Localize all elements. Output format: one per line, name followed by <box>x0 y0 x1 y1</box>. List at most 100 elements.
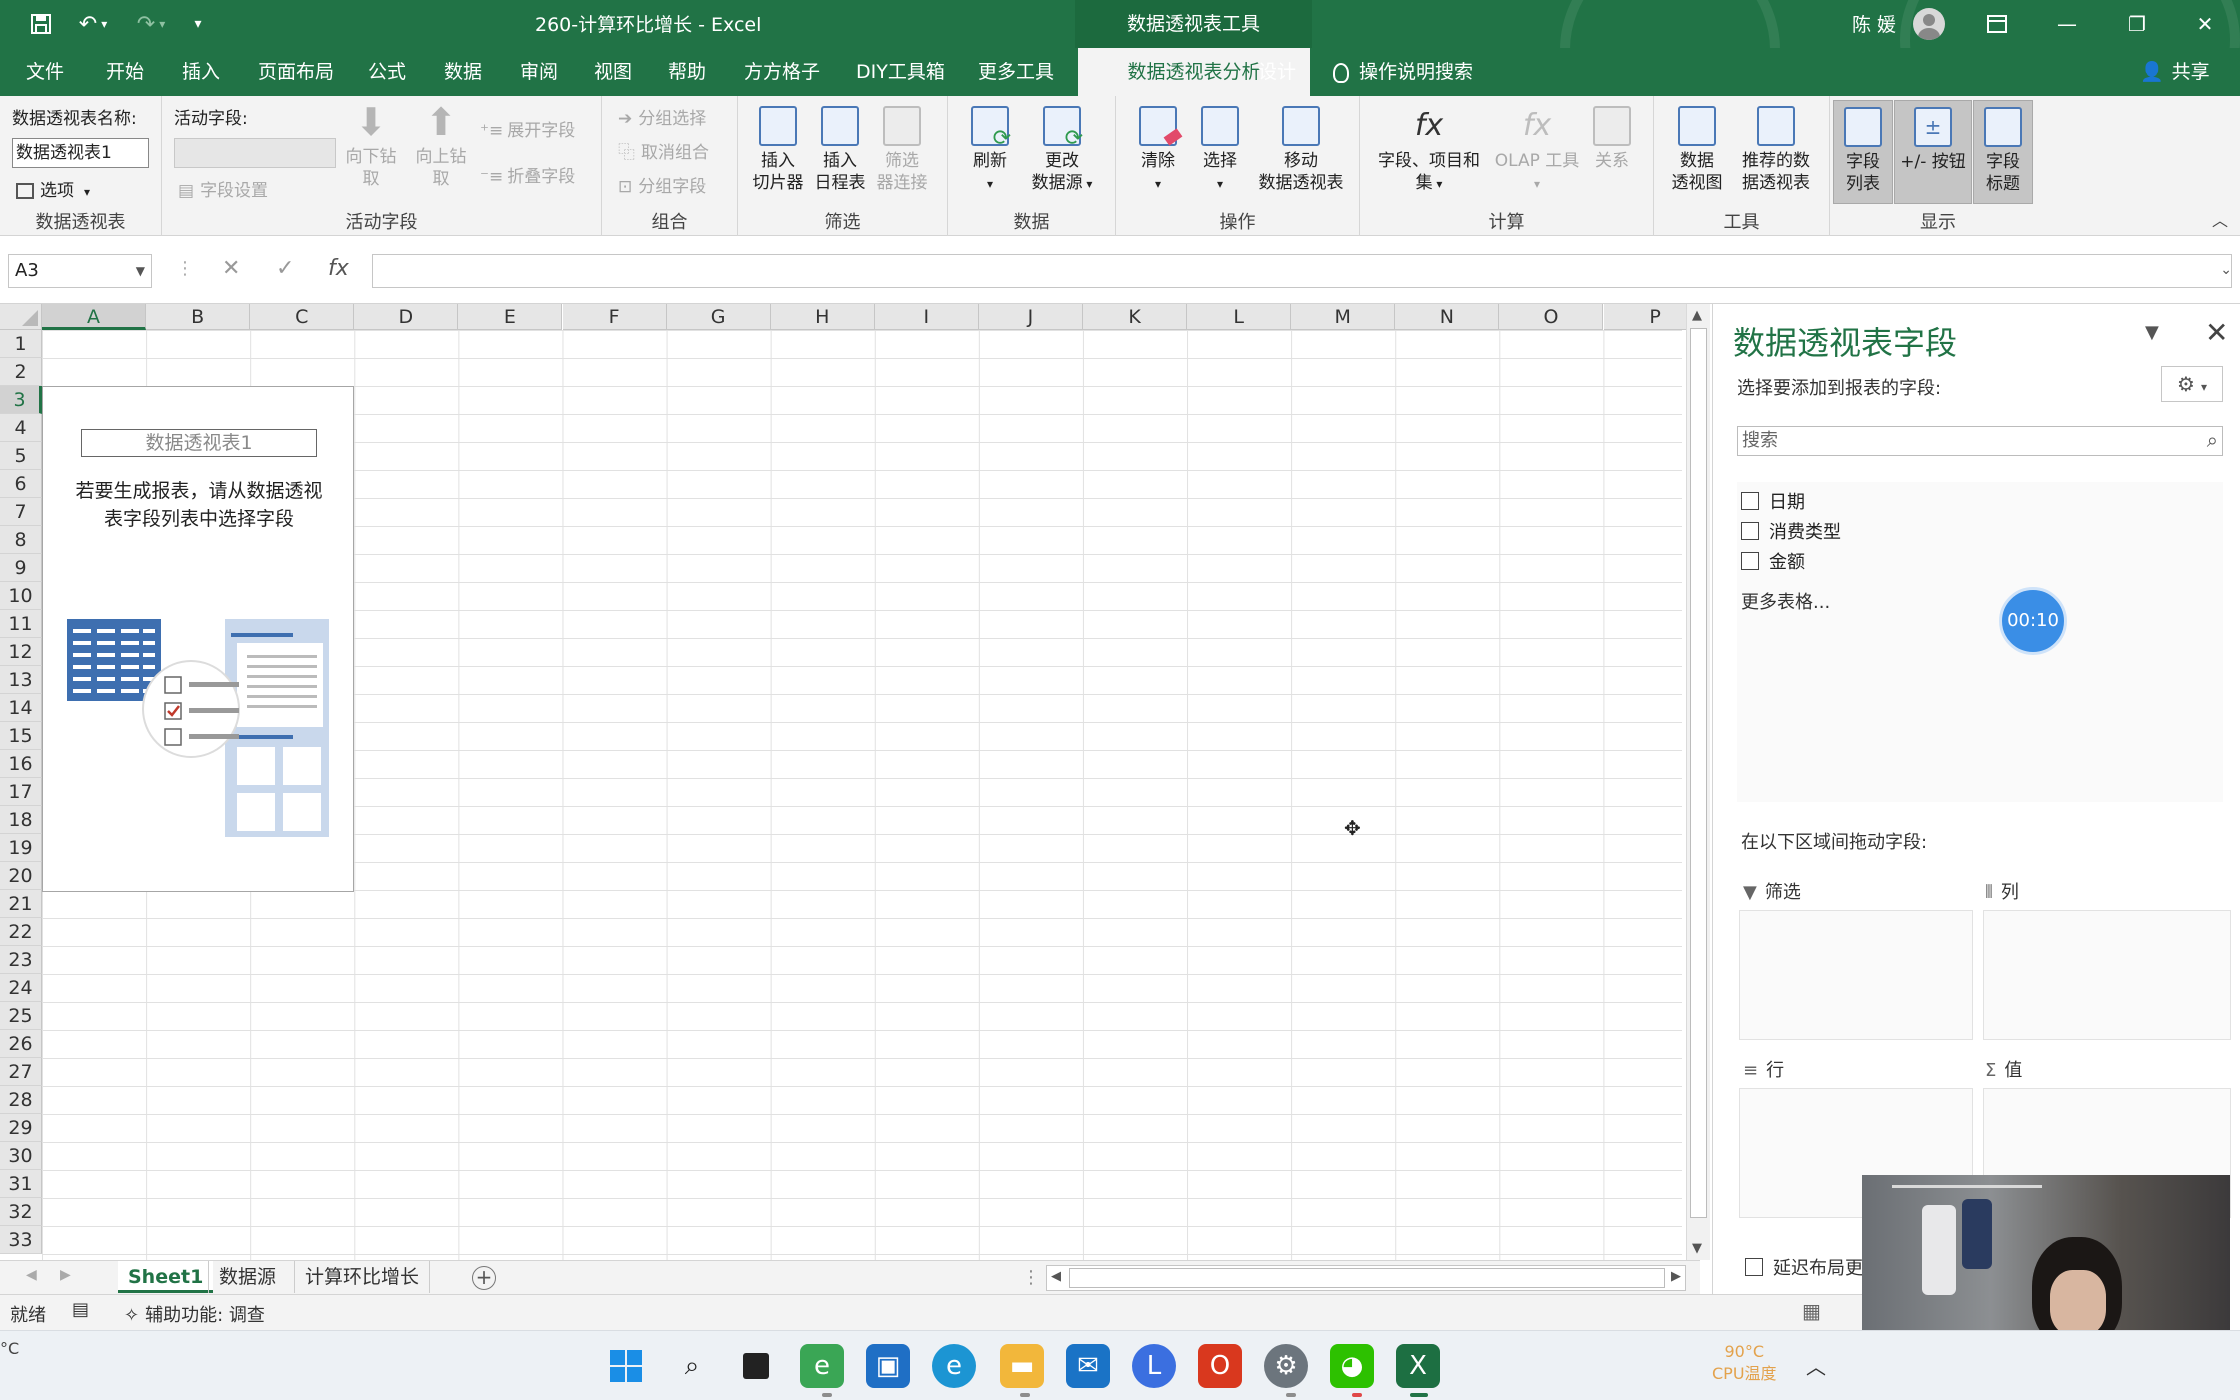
pivotchart-button[interactable]: 数据 透视图 <box>1664 106 1730 194</box>
tab-page-layout[interactable]: 页面布局 <box>244 48 348 96</box>
enter-icon[interactable]: ✓ <box>276 256 294 281</box>
clear-button[interactable]: 清除 ▾ <box>1130 106 1186 195</box>
undo-icon[interactable]: ↶ ▾ <box>70 8 116 40</box>
row-header-22[interactable]: 22 <box>0 918 42 946</box>
normal-view-icon[interactable]: ▦ <box>1802 1299 1821 1323</box>
tab-home[interactable]: 开始 <box>92 48 158 96</box>
tab-more-tools[interactable]: 更多工具 <box>964 48 1068 96</box>
file-explorer-icon[interactable]: ▬ <box>1000 1344 1044 1388</box>
office-icon[interactable]: O <box>1198 1344 1242 1388</box>
row-header-29[interactable]: 29 <box>0 1114 42 1142</box>
row-header-33[interactable]: 33 <box>0 1226 42 1254</box>
row-header-11[interactable]: 11 <box>0 610 42 638</box>
tab-view[interactable]: 视图 <box>580 48 646 96</box>
pivottable-name-input[interactable]: 数据透视表1 <box>12 138 149 168</box>
column-header-b[interactable]: B <box>146 304 251 330</box>
macro-record-icon[interactable]: ▤ <box>72 1299 89 1320</box>
cancel-icon[interactable]: ✕ <box>222 256 240 281</box>
tab-design[interactable]: 设计 <box>1244 48 1310 96</box>
row-header-8[interactable]: 8 <box>0 526 42 554</box>
drill-up-button[interactable]: ⬆ 向上钻 取 <box>408 102 474 190</box>
group-selection-button[interactable]: ➔ 分组选择 <box>618 104 706 129</box>
field-item-date[interactable]: 日期 <box>1741 488 1805 514</box>
mail-icon[interactable]: ✉ <box>1066 1344 1110 1388</box>
row-header-10[interactable]: 10 <box>0 582 42 610</box>
expand-field-button[interactable]: ⁺≡ 展开字段 <box>480 116 575 141</box>
recommended-pivottables-button[interactable]: 推荐的数 据透视表 <box>1730 106 1822 194</box>
scroll-left-icon[interactable]: ◀ <box>1051 1269 1061 1284</box>
collapse-ribbon-icon[interactable]: ︿ <box>2212 207 2228 231</box>
tab-data[interactable]: 数据 <box>430 48 496 96</box>
field-item-amount[interactable]: 金额 <box>1741 548 1805 574</box>
vertical-scroll-thumb[interactable] <box>1690 328 1707 1218</box>
pivottable-placeholder[interactable]: 数据透视表1 若要生成报表，请从数据透视 表字段列表中选择字段 <box>42 386 354 892</box>
minimize-icon[interactable]: — <box>2034 0 2100 48</box>
formula-input[interactable] <box>372 254 2232 288</box>
plus-minus-buttons-toggle[interactable]: ± +/- 按钮 <box>1894 100 1972 204</box>
row-header-24[interactable]: 24 <box>0 974 42 1002</box>
avatar[interactable] <box>1913 8 1945 40</box>
refresh-button[interactable]: 刷新 ▾ <box>960 106 1020 195</box>
horizontal-scroll-thumb[interactable] <box>1069 1268 1665 1288</box>
options-button[interactable]: 选项 ▾ <box>16 176 90 201</box>
field-item-consumption-type[interactable]: 消费类型 <box>1741 518 1841 544</box>
column-header-g[interactable]: G <box>666 304 771 330</box>
row-header-18[interactable]: 18 <box>0 806 42 834</box>
scroll-up-icon[interactable]: ▲ <box>1692 308 1702 323</box>
settings-icon[interactable]: ⚙ <box>1264 1344 1308 1388</box>
chevron-up-icon[interactable]: ︿ <box>1806 1351 1826 1380</box>
move-pivottable-button[interactable]: 移动 数据透视表 <box>1250 106 1352 194</box>
column-header-f[interactable]: F <box>562 304 667 330</box>
wechat-icon[interactable]: ◕ <box>1330 1344 1374 1388</box>
column-header-o[interactable]: O <box>1499 304 1604 330</box>
column-header-m[interactable]: M <box>1291 304 1396 330</box>
task-view-icon[interactable] <box>734 1344 778 1388</box>
row-header-21[interactable]: 21 <box>0 890 42 918</box>
change-data-source-button[interactable]: 更改 数据源 ▾ <box>1024 106 1100 195</box>
tab-help[interactable]: 帮助 <box>654 48 720 96</box>
filter-connections-button[interactable]: 筛选 器连接 <box>872 106 932 194</box>
sheet-tab-mom-growth[interactable]: 计算环比增长 <box>294 1261 431 1293</box>
active-field-input[interactable] <box>174 138 336 168</box>
customize-qat-icon[interactable]: ▾ <box>188 8 208 40</box>
column-header-k[interactable]: K <box>1083 304 1188 330</box>
column-header-n[interactable]: N <box>1395 304 1500 330</box>
tell-me-search[interactable]: 操作说明搜索 <box>1333 48 1473 96</box>
row-header-3[interactable]: 3 <box>0 386 42 414</box>
select-button[interactable]: 选择 ▾ <box>1192 106 1248 195</box>
pane-options-icon[interactable]: ▼ <box>2145 322 2159 343</box>
tab-review[interactable]: 审阅 <box>506 48 572 96</box>
search-icon[interactable]: ⌕ <box>670 1344 714 1388</box>
prev-sheet-icon[interactable]: ◀ <box>26 1267 37 1283</box>
row-header-26[interactable]: 26 <box>0 1030 42 1058</box>
column-header-i[interactable]: I <box>874 304 979 330</box>
windows-start-icon[interactable] <box>604 1344 648 1388</box>
row-header-4[interactable]: 4 <box>0 414 42 442</box>
scroll-down-icon[interactable]: ▼ <box>1692 1241 1702 1256</box>
chevron-down-icon[interactable]: ⌄ <box>2220 262 2232 278</box>
row-header-6[interactable]: 6 <box>0 470 42 498</box>
row-header-7[interactable]: 7 <box>0 498 42 526</box>
redo-icon[interactable]: ↷ ▾ <box>126 8 176 40</box>
row-header-5[interactable]: 5 <box>0 442 42 470</box>
ungroup-button[interactable]: ⿻取消组合 <box>618 138 709 163</box>
field-list-toggle[interactable]: 字段 列表 <box>1833 100 1893 204</box>
tab-fangfangezi[interactable]: 方方格子 <box>730 48 834 96</box>
share-button[interactable]: 👤 共享 <box>2140 48 2210 96</box>
tab-diy-toolbox[interactable]: DIY工具箱 <box>842 48 959 96</box>
scroll-right-icon[interactable]: ▶ <box>1671 1269 1681 1284</box>
field-settings-button[interactable]: ▤ 字段设置 <box>178 176 268 201</box>
column-header-c[interactable]: C <box>250 304 355 330</box>
drill-down-button[interactable]: ⬇ 向下钻 取 <box>338 102 404 190</box>
row-header-1[interactable]: 1 <box>0 330 42 358</box>
row-header-16[interactable]: 16 <box>0 750 42 778</box>
insert-slicer-button[interactable]: 插入 切片器 <box>748 106 808 194</box>
close-icon[interactable]: ✕ <box>2205 316 2228 349</box>
column-header-l[interactable]: L <box>1187 304 1292 330</box>
tab-formulas[interactable]: 公式 <box>354 48 420 96</box>
edge-icon[interactable]: e <box>932 1344 976 1388</box>
checkbox[interactable] <box>1741 552 1759 570</box>
sheet-tab-data-source[interactable]: 数据源 <box>208 1261 286 1293</box>
row-header-28[interactable]: 28 <box>0 1086 42 1114</box>
row-header-20[interactable]: 20 <box>0 862 42 890</box>
